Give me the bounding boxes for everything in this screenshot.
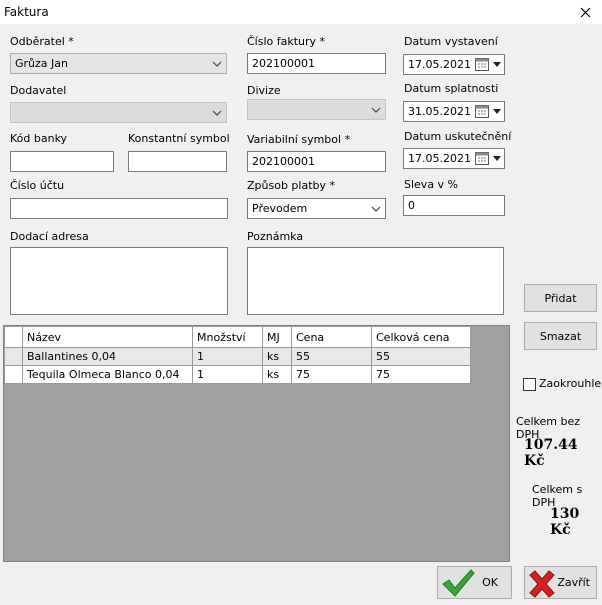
datum-uskutecneni-label: Datum uskutečnění: [404, 130, 512, 143]
zaokrouhleni-label: Zaokrouhlení: [539, 377, 602, 390]
cell-cena: 55: [291, 347, 372, 366]
calendar-icon: [475, 152, 489, 165]
items-grid[interactable]: Název Množství MJ Cena Celková cena Ball…: [3, 325, 510, 562]
table-header-row: Název Množství MJ Cena Celková cena: [4, 326, 471, 348]
column-header-nazev[interactable]: Název: [22, 326, 193, 348]
calendar-icon: [475, 105, 489, 118]
sleva-label: Sleva v %: [404, 178, 459, 191]
konst-symbol-input[interactable]: [128, 151, 227, 172]
cell-celkova-cena: 75: [371, 365, 471, 384]
odberatel-select[interactable]: Grůza Jan: [10, 53, 227, 74]
var-symbol-label: Variabilní symbol *: [247, 133, 351, 146]
sleva-input[interactable]: 0: [403, 195, 505, 216]
row-header[interactable]: [4, 347, 23, 366]
kod-banky-label: Kód banky: [10, 132, 68, 145]
odberatel-value: Grůza Jan: [15, 57, 68, 70]
datum-splatnosti-label: Datum splatnosti: [404, 82, 499, 95]
title-bar: Faktura: [0, 0, 602, 24]
s-dph-value: 130 Kč: [550, 506, 580, 538]
odberatel-label: Odběratel *: [10, 35, 74, 48]
zavrit-label: Zavřít: [557, 576, 590, 589]
divize-label: Divize: [247, 84, 281, 97]
window-title: Faktura: [4, 5, 49, 19]
zpusob-platby-value: Převodem: [252, 202, 308, 215]
datum-uskutecneni-picker[interactable]: 17.05.2021: [403, 148, 505, 169]
poznamka-label: Poznámka: [247, 230, 304, 243]
cislo-uctu-input[interactable]: [10, 198, 228, 219]
cell-mj: ks: [262, 347, 292, 366]
bez-dph-value: 107.44 Kč: [524, 437, 578, 469]
chevron-down-icon: [371, 107, 381, 113]
zavrit-button[interactable]: Zavřít: [524, 566, 597, 599]
chevron-down-icon: [493, 109, 501, 114]
datum-splatnosti-picker[interactable]: 31.05.2021: [403, 101, 505, 122]
check-icon: [442, 569, 475, 597]
dodavatel-label: Dodavatel: [10, 84, 67, 97]
row-header[interactable]: [4, 365, 23, 384]
chevron-down-icon: [371, 206, 381, 212]
cislo-faktury-label: Číslo faktury *: [247, 35, 326, 48]
chevron-down-icon: [493, 62, 501, 67]
zpusob-platby-select[interactable]: Převodem: [247, 198, 386, 219]
close-icon: [580, 7, 590, 17]
ok-button[interactable]: OK: [437, 566, 512, 599]
konst-symbol-label: Konstantní symbol: [128, 132, 230, 145]
cell-celkova-cena: 55: [371, 347, 471, 366]
items-table: Název Množství MJ Cena Celková cena Ball…: [4, 326, 471, 384]
dodaci-adresa-textarea[interactable]: [10, 247, 228, 315]
datum-splatnosti-value: 31.05.2021: [408, 105, 471, 118]
smazat-button[interactable]: Smazat: [524, 322, 597, 350]
datum-uskutecneni-value: 17.05.2021: [408, 152, 471, 165]
dodavatel-select[interactable]: [10, 102, 227, 123]
cell-cena: 75: [291, 365, 372, 384]
datum-vystaveni-picker[interactable]: 17.05.2021: [403, 54, 505, 75]
cross-icon: [529, 570, 555, 598]
column-header-mnozstvi[interactable]: Množství: [192, 326, 263, 348]
column-header-cena[interactable]: Cena: [291, 326, 372, 348]
cell-nazev: Ballantines 0,04: [22, 347, 193, 366]
cell-mj: ks: [262, 365, 292, 384]
dodaci-adresa-label: Dodací adresa: [10, 230, 89, 243]
table-row[interactable]: Ballantines 0,04 1 ks 55 55: [4, 347, 471, 366]
chevron-down-icon: [212, 61, 222, 67]
calendar-icon: [475, 58, 489, 71]
close-button[interactable]: [568, 0, 602, 24]
cell-mnozstvi: 1: [192, 365, 263, 384]
divize-select[interactable]: [247, 99, 386, 120]
pridat-button[interactable]: Přidat: [524, 284, 597, 312]
row-header-corner: [4, 326, 23, 348]
zpusob-platby-label: Způsob platby *: [247, 179, 336, 192]
kod-banky-input[interactable]: [10, 151, 114, 172]
table-row[interactable]: Tequila Olmeca Blanco 0,04 1 ks 75 75: [4, 365, 471, 384]
cell-nazev: Tequila Olmeca Blanco 0,04: [22, 365, 193, 384]
datum-vystaveni-label: Datum vystavení: [404, 35, 498, 48]
ok-label: OK: [482, 576, 498, 589]
cislo-uctu-label: Číslo účtu: [10, 179, 65, 192]
column-header-mj[interactable]: MJ: [262, 326, 292, 348]
chevron-down-icon: [212, 110, 222, 116]
column-header-celkova-cena[interactable]: Celková cena: [371, 326, 471, 348]
invoice-window: Faktura Odběratel * Grůza Jan Dodavatel …: [0, 0, 602, 605]
cell-mnozstvi: 1: [192, 347, 263, 366]
chevron-down-icon: [493, 156, 501, 161]
var-symbol-input[interactable]: 202100001: [247, 151, 386, 172]
poznamka-textarea[interactable]: [247, 247, 504, 315]
zaokrouhleni-checkbox[interactable]: [523, 378, 536, 391]
datum-vystaveni-value: 17.05.2021: [408, 58, 471, 71]
cislo-faktury-input[interactable]: 202100001: [247, 53, 386, 74]
